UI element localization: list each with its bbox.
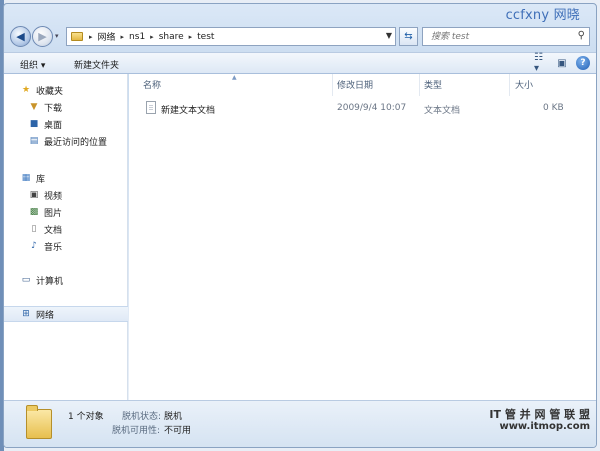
sidebar-item-label: 下载 [44,103,63,114]
address-bar[interactable]: ▸ 网络 ▸ ns1 ▸ share ▸ test ▼ [66,27,396,46]
music-icon: ♪ [31,241,37,251]
documents-icon: ▯ [31,224,37,234]
new-folder-button[interactable]: 新建文件夹 [74,58,119,71]
sidebar-network-label: 网络 [36,310,55,321]
sidebar-computer[interactable]: ▭ 计算机 [4,272,128,288]
network-icon: ⊞ [22,309,30,319]
sidebar-item-pictures[interactable]: ▩ 图片 [4,204,128,220]
sidebar-item-label: 文档 [44,225,63,236]
offline-availability-label: 脱机可用性: [112,426,161,436]
breadcrumb-ns1[interactable]: ns1 [127,32,147,42]
watermark-line1: IT 管 并 网 管 联 盟 [489,408,590,421]
sidebar-item-label: 图片 [44,208,63,219]
offline-availability-value: 不可用 [164,426,192,436]
pictures-icon: ▩ [29,207,39,217]
library-icon: ▦ [21,173,31,183]
back-arrow-icon: ◀ [16,30,25,43]
object-count: 1 个对象 [68,412,104,422]
sidebar-item-music[interactable]: ♪ 音乐 [4,238,128,254]
breadcrumb-test[interactable]: test [195,32,216,42]
toolbar-right-icons: ☷ ▾ ▣ ? [534,52,590,74]
sidebar-item-downloads[interactable]: ▼ 下载 [4,99,128,115]
refresh-icon: ⇆ [404,31,413,42]
column-header-name[interactable]: 名称 [143,78,161,91]
computer-icon: ▭ [21,275,31,285]
search-input[interactable] [429,31,573,43]
address-dropdown-icon[interactable]: ▼ [386,31,392,40]
sidebar-item-label: 音乐 [44,242,63,253]
column-divider[interactable] [419,74,420,96]
sidebar-item-desktop[interactable]: ■ 桌面 [4,116,128,132]
watermark-bottom: IT 管 并 网 管 联 盟 www.itmop.com [489,409,590,433]
breadcrumb-separator: ▸ [120,32,125,41]
sidebar-computer-label: 计算机 [36,276,64,287]
star-icon: ★ [21,85,31,95]
back-button[interactable]: ◀ [10,26,31,47]
sidebar-item-recent[interactable]: ▤ 最近访问的位置 [4,133,128,149]
offline-status-label: 脱机状态: [122,412,162,422]
navigation-row: ◀ ▶ ▾ ▸ 网络 ▸ ns1 ▸ share ▸ test ▼ ⇆ ⚲ [10,24,590,50]
column-header-size[interactable]: 大小 [515,78,533,91]
folder-icon [71,32,83,41]
refresh-button[interactable]: ⇆ [399,27,418,46]
organize-menu[interactable]: 组织 ▾ [20,58,45,71]
sidebar-favorites[interactable]: ★ 收藏夹 [4,82,128,98]
breadcrumb-network[interactable]: 网络 [96,30,118,43]
sidebar-network[interactable]: ⊞ 网络 [4,306,128,322]
sidebar-item-label: 桌面 [44,120,63,131]
breadcrumb-separator: ▸ [150,32,154,41]
file-list-pane: ▲ 名称 修改日期 类型 大小 新建文本文档 2009/9/4 10:07 文本… [129,74,596,400]
file-name: 新建文本文档 [161,106,216,116]
recent-pages-dropdown[interactable]: ▾ [55,32,59,40]
desktop-icon: ■ [29,119,39,129]
forward-button[interactable]: ▶ [32,26,53,47]
sidebar-libraries[interactable]: ▦ 库 [4,170,128,186]
sidebar-libraries-label: 库 [36,174,46,185]
sidebar-item-label: 视频 [44,191,63,202]
breadcrumb-separator: ▸ [188,32,193,41]
search-box[interactable]: ⚲ [422,27,590,46]
text-file-icon [146,101,156,114]
sidebar-favorites-label: 收藏夹 [36,86,64,97]
column-divider[interactable] [332,74,333,96]
sidebar-item-label: 最近访问的位置 [44,137,108,148]
file-row[interactable]: 新建文本文档 2009/9/4 10:07 文本文档 0 KB [143,101,596,117]
file-date: 2009/9/4 10:07 [337,103,407,113]
column-divider[interactable] [509,74,510,96]
sort-indicator-icon: ▲ [232,74,237,81]
offline-status-value: 脱机 [164,412,183,422]
recent-places-icon: ▤ [29,136,39,146]
watermark-line2: www.itmop.com [499,421,590,432]
details-pane: 1 个对象 脱机状态: 脱机 脱机可用性: 不可用 IT 管 并 网 管 联 盟… [4,400,596,447]
command-toolbar: 组织 ▾ 新建文件夹 ☷ ▾ ▣ ? [4,52,596,74]
breadcrumb-separator: ▸ [89,32,93,41]
sidebar-item-documents[interactable]: ▯ 文档 [4,221,128,237]
view-options-icon[interactable]: ☷ ▾ [534,52,548,74]
help-icon[interactable]: ? [576,56,590,70]
breadcrumb-share[interactable]: share [157,32,186,42]
column-header-date[interactable]: 修改日期 [337,78,373,91]
forward-arrow-icon: ▶ [38,30,47,43]
file-size: 0 KB [543,103,564,113]
navigation-pane: ★ 收藏夹 ▼ 下载 ■ 桌面 ▤ 最近访问的位置 ▦ 库 ▣ 视频 ▩ 图片 … [4,74,128,400]
search-icon[interactable]: ⚲ [578,30,585,41]
downloads-icon: ▼ [30,102,38,112]
preview-pane-icon[interactable]: ▣ [555,56,569,70]
column-header-type[interactable]: 类型 [424,78,442,91]
file-type: 文本文档 [424,106,461,116]
video-icon: ▣ [29,190,39,200]
sidebar-item-videos[interactable]: ▣ 视频 [4,187,128,203]
folder-icon [26,405,52,439]
watermark-top: ccfxny 网晓 [505,8,580,23]
explorer-window: ccfxny 网晓 ◀ ▶ ▾ ▸ 网络 ▸ ns1 ▸ share ▸ tes… [3,3,597,448]
